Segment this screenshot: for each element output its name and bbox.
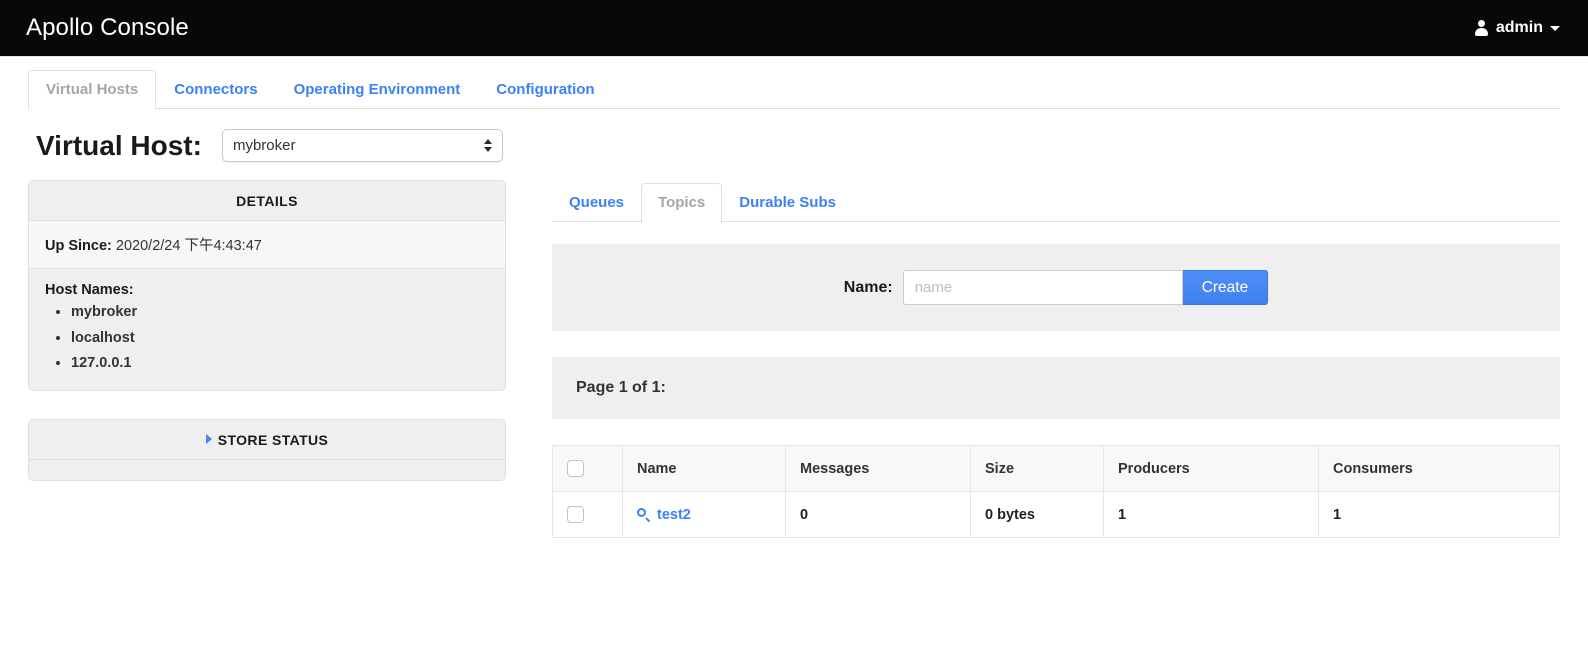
cell-name: test2: [623, 492, 786, 538]
host-names-list: mybroker localhost 127.0.0.1: [45, 304, 491, 372]
primary-tab-strip: Virtual Hosts Connectors Operating Envir…: [0, 57, 1588, 109]
list-item: localhost: [71, 330, 491, 347]
tab-configuration[interactable]: Configuration: [478, 70, 612, 110]
top-navbar: Apollo Console admin: [0, 0, 1588, 57]
virtual-host-select[interactable]: mybroker: [222, 129, 503, 162]
tab-queues[interactable]: Queues: [552, 183, 641, 223]
destination-tab-strip: Queues Topics Durable Subs: [552, 180, 1560, 222]
host-names-row: Host Names: mybroker localhost 127.0.0.1: [29, 269, 505, 390]
tab-topics[interactable]: Topics: [641, 183, 722, 223]
virtual-host-selected-value: mybroker: [233, 137, 296, 154]
up-since-value: 2020/2/24 下午4:43:47: [116, 238, 262, 254]
main-body: DETAILS Up Since: 2020/2/24 下午4:43:47 Ho…: [0, 162, 1588, 538]
column-header-producers: Producers: [1104, 446, 1319, 492]
details-panel: DETAILS Up Since: 2020/2/24 下午4:43:47 Ho…: [28, 180, 506, 391]
up-since-label: Up Since:: [45, 238, 112, 254]
list-item: mybroker: [71, 304, 491, 321]
app-brand-title: Apollo Console: [26, 16, 189, 40]
cell-messages: 0: [786, 492, 971, 538]
updown-spinner-icon: [484, 137, 493, 155]
right-column: Queues Topics Durable Subs Name: Create …: [506, 180, 1560, 538]
store-status-body: [29, 460, 505, 480]
store-status-toggle[interactable]: STORE STATUS: [29, 420, 505, 460]
cell-size: 0 bytes: [971, 492, 1104, 538]
caret-down-icon: [1550, 26, 1560, 31]
create-topic-panel: Name: Create: [552, 244, 1560, 331]
topics-table: Name Messages Size Producers Consumers t: [552, 445, 1560, 538]
column-header-name: Name: [623, 446, 786, 492]
tab-connectors[interactable]: Connectors: [156, 70, 275, 110]
left-column: DETAILS Up Since: 2020/2/24 下午4:43:47 Ho…: [28, 180, 506, 538]
triangle-right-icon: [206, 434, 212, 444]
column-header-consumers: Consumers: [1319, 446, 1560, 492]
pagination-text: Page 1 of 1:: [576, 379, 666, 396]
create-button[interactable]: Create: [1183, 270, 1269, 305]
table-header-row: Name Messages Size Producers Consumers: [553, 446, 1560, 492]
name-input[interactable]: [903, 270, 1183, 305]
name-field-label: Name:: [844, 279, 893, 297]
host-names-label: Host Names:: [45, 282, 491, 298]
create-topic-form: Name: Create: [572, 270, 1540, 305]
user-menu-label: admin: [1496, 19, 1543, 37]
virtual-host-row: Virtual Host: mybroker: [0, 109, 1588, 162]
store-status-panel: STORE STATUS: [28, 419, 506, 481]
topic-link[interactable]: test2: [657, 507, 691, 523]
select-all-header: [553, 446, 623, 492]
details-list: Up Since: 2020/2/24 下午4:43:47 Host Names…: [29, 221, 505, 390]
details-panel-title: DETAILS: [29, 181, 505, 221]
tab-durable-subs[interactable]: Durable Subs: [722, 183, 853, 223]
list-item: 127.0.0.1: [71, 355, 491, 372]
zoom-in-icon[interactable]: [637, 508, 650, 521]
tab-operating-environment[interactable]: Operating Environment: [276, 70, 479, 110]
up-since-row: Up Since: 2020/2/24 下午4:43:47: [29, 221, 505, 269]
row-select-cell: [553, 492, 623, 538]
column-header-messages: Messages: [786, 446, 971, 492]
tab-virtual-hosts[interactable]: Virtual Hosts: [28, 70, 156, 110]
store-status-title: STORE STATUS: [218, 432, 329, 448]
person-icon: [1474, 20, 1489, 36]
cell-producers: 1: [1104, 492, 1319, 538]
cell-consumers: 1: [1319, 492, 1560, 538]
pagination-panel: Page 1 of 1:: [552, 357, 1560, 419]
table-row: test2 0 0 bytes 1 1: [553, 492, 1560, 538]
user-menu[interactable]: admin: [1474, 19, 1560, 37]
row-checkbox[interactable]: [567, 506, 584, 523]
virtual-host-label: Virtual Host:: [36, 132, 202, 160]
select-all-checkbox[interactable]: [567, 460, 584, 477]
column-header-size: Size: [971, 446, 1104, 492]
